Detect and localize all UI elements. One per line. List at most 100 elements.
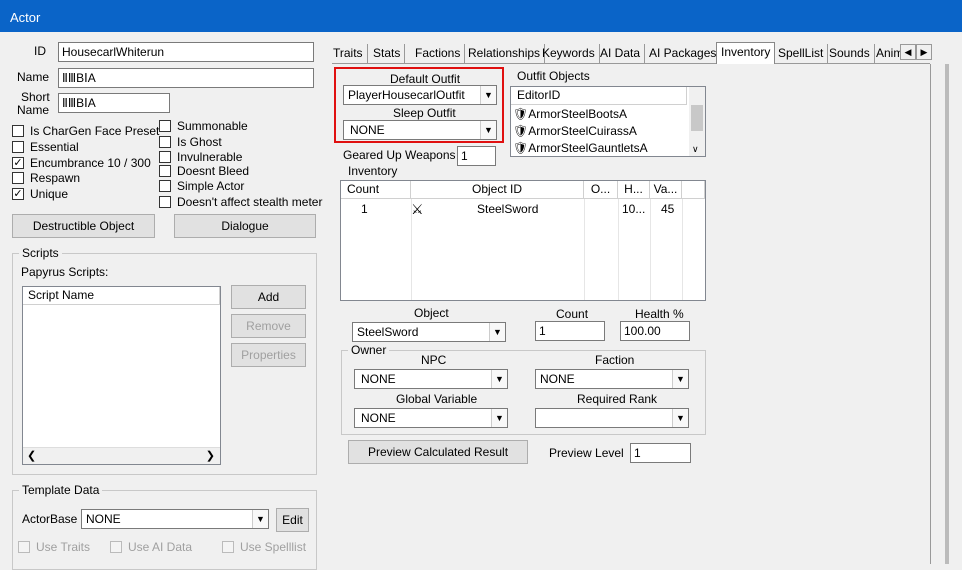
sleep-outfit-select[interactable]: NONE ▼ [343,120,497,140]
table-row[interactable]: 1 ⚔ SteelSword 10... 45 [341,199,705,219]
checkbox-box [159,196,171,208]
window-titlebar: Actor [0,0,962,32]
default-outfit-value: PlayerHousecarlOutfit [348,88,465,102]
use-ai-data-checkbox[interactable]: Use AI Data [110,540,192,554]
actorbase-select[interactable]: NONE ▼ [81,509,269,529]
checkbox-label: Is CharGen Face Preset [30,124,160,138]
required-rank-select[interactable]: ▼ [535,408,689,428]
scrollbar-thumb[interactable] [691,105,703,131]
respawn-checkbox[interactable]: Respawn [12,171,80,185]
npc-label: NPC [421,353,447,367]
row-health: 10... [622,202,646,216]
properties-button[interactable]: Properties [231,343,306,367]
tab-scroll-left-icon[interactable]: ◀ [900,44,916,60]
essential-checkbox[interactable]: Essential [12,140,79,154]
chevron-down-icon: ▼ [672,409,688,427]
object-id-column[interactable]: Object ID [411,181,584,199]
faction-label: Faction [595,353,635,367]
checkbox-label: Respawn [30,171,81,185]
health-column[interactable]: H... [618,181,650,199]
chevron-down-icon: ▼ [252,510,268,528]
object-value: SteelSword [357,325,419,339]
armor-icon: 🛡 [513,124,529,138]
scroll-down-icon[interactable]: ∨ [692,144,699,155]
editorid-column[interactable]: EditorID [511,87,687,105]
sword-icon: ⚔ [411,201,424,217]
outfit-objects-list[interactable]: EditorID 🛡ArmorSteelBootsA 🛡ArmorSteelCu… [510,86,706,157]
list-item[interactable]: 🛡ArmorSteelGauntletsA [513,140,687,157]
preview-level-field[interactable]: 1 [630,443,691,463]
edit-actorbase-button[interactable]: Edit [276,508,309,532]
invulnerable-checkbox[interactable]: Invulnerable [159,150,242,164]
use-traits-checkbox[interactable]: Use Traits [18,540,90,554]
preview-calculated-result-button[interactable]: Preview Calculated Result [348,440,528,464]
npc-select[interactable]: NONE ▼ [354,369,508,389]
objects-vscrollbar[interactable]: ∨ [689,87,705,156]
scroll-left-icon[interactable]: ❮ [27,449,36,462]
script-name-column[interactable]: Script Name [23,287,220,305]
inventory-table[interactable]: Count Object ID O... H... Va... 1 ⚔ Stee… [340,180,706,301]
count-label: Count [556,307,589,321]
scripts-hscrollbar[interactable]: ❮ ❯ [23,447,220,464]
owner-column[interactable]: O... [584,181,618,199]
value-column[interactable]: Va... [650,181,682,199]
actorbase-value: NONE [86,512,121,526]
vertical-scrollbar[interactable] [945,64,949,564]
tab-relationships[interactable]: Relationships [464,44,546,64]
scroll-right-icon[interactable]: ❯ [206,449,215,462]
name-field[interactable]: ⅡⅢBⅠA [58,68,314,88]
tab-scroll-right-icon[interactable]: ▶ [916,44,932,60]
is-ghost-checkbox[interactable]: Is Ghost [159,135,222,149]
dialogue-button[interactable]: Dialogue [174,214,316,238]
sleep-outfit-value: NONE [350,123,385,137]
chevron-down-icon: ▼ [480,121,496,139]
tab-ai-data[interactable]: AI Data [596,44,646,64]
add-script-button[interactable]: Add [231,285,306,309]
checkbox-label: Essential [30,140,79,154]
checkbox-box [110,541,122,553]
destructible-object-button[interactable]: Destructible Object [12,214,155,238]
summonable-checkbox[interactable]: Summonable [159,119,248,133]
tab-sounds[interactable]: Sounds [825,44,875,64]
list-item[interactable]: 🛡ArmorSteelCuirassA [513,123,687,140]
tab-traits[interactable]: Traits [329,44,368,64]
checkbox-box [222,541,234,553]
tab-inventory[interactable]: Inventory [716,42,776,64]
use-spelllist-checkbox[interactable]: Use Spelllist [222,540,306,554]
geared-up-field[interactable]: 1 [457,146,496,166]
id-field[interactable]: HousecarlWhiterun [58,42,314,62]
tab-keywords[interactable]: Keywords [538,44,600,64]
checkbox-box [18,541,30,553]
checkbox-box [12,125,24,137]
checkbox-label: Invulnerable [177,150,243,164]
short-name-field[interactable]: ⅡⅢBⅠA [58,93,170,113]
tab-spelllist[interactable]: SpellList [774,44,829,64]
faction-select[interactable]: NONE ▼ [535,369,689,389]
tab-stats[interactable]: Stats [369,44,406,64]
tab-factions[interactable]: Factions [411,44,466,64]
count-field[interactable]: 1 [535,321,605,341]
global-variable-select[interactable]: NONE ▼ [354,408,508,428]
default-outfit-select[interactable]: PlayerHousecarlOutfit ▼ [343,85,497,105]
count-column[interactable]: Count [341,181,411,199]
checkbox-box [12,172,24,184]
row-object-id: SteelSword [477,202,539,216]
checkbox-label: Doesnt Bleed [177,164,250,178]
chevron-down-icon: ▼ [480,86,496,104]
row-value: 45 [661,202,675,216]
remove-script-button[interactable]: Remove [231,314,306,338]
object-select[interactable]: SteelSword ▼ [352,322,506,342]
list-item[interactable]: 🛡ArmorSteelBootsA [513,106,687,123]
unique-checkbox[interactable]: ✓ Unique [12,187,68,201]
simple-actor-checkbox[interactable]: Simple Actor [159,179,244,193]
owner-group-label: Owner [348,343,390,357]
stealth-meter-checkbox[interactable]: Doesn't affect stealth meter [159,195,322,209]
tab-ai-packages[interactable]: AI Packages [645,44,722,64]
chargen-face-preset-checkbox[interactable]: Is CharGen Face Preset [12,124,159,138]
health-field[interactable]: 100.00 [620,321,690,341]
geared-up-label: Geared Up Weapons [343,148,456,162]
encumbrance-checkbox[interactable]: ✓ Encumbrance 10 / 300 [12,156,151,170]
scripts-list[interactable]: Script Name ❮ ❯ [22,286,221,465]
doesnt-bleed-checkbox[interactable]: Doesnt Bleed [159,164,249,178]
object-label: Object [414,306,449,320]
